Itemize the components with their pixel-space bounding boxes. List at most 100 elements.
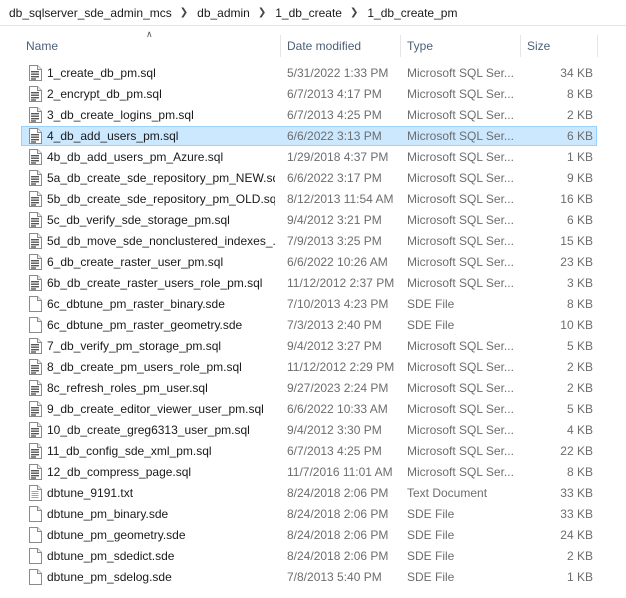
file-date-modified: 8/24/2018 2:06 PM (287, 486, 389, 500)
file-name: 5d_db_move_sde_nonclustered_indexes_... (47, 234, 275, 248)
file-name: 6b_db_create_raster_users_role_pm.sql (47, 276, 263, 290)
file-size: 10 KB (560, 318, 593, 332)
file-name: 4b_db_add_users_pm_Azure.sql (47, 150, 224, 164)
breadcrumb-item[interactable]: db_admin (197, 6, 250, 20)
file-row[interactable]: 6_db_create_raster_user_pm.sql 6/6/2022 1… (0, 252, 626, 273)
file-size: 24 KB (560, 528, 593, 542)
chevron-right-icon[interactable]: ❯ (350, 7, 358, 18)
sql-file-icon (29, 128, 42, 144)
sql-file-icon (29, 275, 42, 291)
file-row[interactable]: 1_create_db_pm.sql 5/31/2022 1:33 PM Micro… (0, 63, 626, 84)
breadcrumb-item[interactable]: 1_db_create (275, 6, 342, 20)
file-row[interactable]: dbtune_pm_geometry.sde 8/24/2018 2:06 PM S… (0, 525, 626, 546)
file-row[interactable]: 10_db_create_greg6313_user_pm.sql 9/4/201… (0, 420, 626, 441)
column-divider[interactable] (400, 35, 401, 57)
file-row[interactable]: 6c_dbtune_pm_raster_geometry.sde 7/3/2013… (0, 315, 626, 336)
file-name: dbtune_pm_geometry.sde (47, 528, 186, 542)
file-row[interactable]: 3_db_create_logins_pm.sql 6/7/2013 4:25 P… (0, 105, 626, 126)
file-name: 8_db_create_pm_users_role_pm.sql (47, 360, 242, 374)
sql-file-icon (29, 107, 42, 123)
file-size: 8 KB (566, 465, 593, 479)
sql-file-icon (29, 401, 42, 417)
file-row[interactable]: 6b_db_create_raster_users_role_pm.sql 11/… (0, 273, 626, 294)
file-row[interactable]: 7_db_verify_pm_storage_pm.sql 9/4/2012 3:… (0, 336, 626, 357)
file-row[interactable]: dbtune_pm_sdedict.sde 8/24/2018 2:06 PM SD… (0, 546, 626, 567)
file-date-modified: 11/12/2012 2:29 PM (287, 360, 395, 374)
file-name: 5b_db_create_sde_repository_pm_OLD.sql (47, 192, 275, 206)
file-row[interactable]: 5a_db_create_sde_repository_pm_NEW.sql 6/… (0, 168, 626, 189)
file-size: 5 KB (566, 339, 593, 353)
column-divider[interactable] (280, 35, 281, 57)
chevron-right-icon[interactable]: ❯ (258, 7, 266, 18)
column-header-date[interactable]: Date modified (287, 33, 361, 59)
file-date-modified: 11/12/2012 2:37 PM (287, 276, 395, 290)
file-type: Microsoft SQL Ser... (407, 444, 513, 458)
file-date-modified: 11/7/2016 11:01 AM (287, 465, 393, 479)
file-date-modified: 9/4/2012 3:27 PM (287, 339, 382, 353)
breadcrumb-item[interactable]: 1_db_create_pm (367, 6, 457, 20)
sql-file-icon (29, 233, 42, 249)
file-row[interactable]: 4b_db_add_users_pm_Azure.sql 1/29/2018 4:… (0, 147, 626, 168)
file-type: Microsoft SQL Ser... (407, 360, 513, 374)
file-row[interactable]: 5d_db_move_sde_nonclustered_indexes_... 7… (0, 231, 626, 252)
sql-file-icon (29, 86, 42, 102)
file-row[interactable]: 12_db_compress_page.sql 11/7/2016 11:01 A… (0, 462, 626, 483)
file-size: 4 KB (566, 423, 593, 437)
sql-file-icon (29, 359, 42, 375)
sort-ascending-icon: ∧ (146, 29, 153, 39)
file-date-modified: 8/24/2018 2:06 PM (287, 549, 389, 563)
column-header-name[interactable]: Name (26, 33, 58, 59)
column-header-size[interactable]: Size (527, 33, 550, 59)
file-size: 2 KB (566, 549, 593, 563)
file-row[interactable]: 4_db_add_users_pm.sql 6/6/2022 3:13 PM Mic… (0, 126, 626, 147)
file-date-modified: 8/24/2018 2:06 PM (287, 507, 389, 521)
file-type: Microsoft SQL Ser... (407, 129, 513, 143)
file-date-modified: 6/6/2022 3:17 PM (287, 171, 382, 185)
file-size: 1 KB (566, 150, 593, 164)
file-size: 9 KB (566, 171, 593, 185)
file-type: Microsoft SQL Ser... (407, 192, 513, 206)
file-row[interactable]: 6c_dbtune_pm_raster_binary.sde 7/10/2013 … (0, 294, 626, 315)
file-row[interactable]: 2_encrypt_db_pm.sql 6/7/2013 4:17 PM Micro… (0, 84, 626, 105)
file-list: 1_create_db_pm.sql 5/31/2022 1:33 PM Micro… (0, 63, 626, 588)
file-size: 34 KB (560, 66, 593, 80)
file-name: 6c_dbtune_pm_raster_geometry.sde (47, 318, 243, 332)
breadcrumb-item[interactable]: db_sqlserver_sde_admin_mcs (9, 6, 172, 20)
sql-file-icon (29, 422, 42, 438)
file-row[interactable]: 11_db_config_sde_xml_pm.sql 6/7/2013 4:25… (0, 441, 626, 462)
file-row[interactable]: 9_db_create_editor_viewer_user_pm.sql 6/6… (0, 399, 626, 420)
file-date-modified: 5/31/2022 1:33 PM (287, 66, 389, 80)
file-type: SDE File (407, 570, 455, 584)
file-type: Microsoft SQL Ser... (407, 66, 513, 80)
file-row[interactable]: 8c_refresh_roles_pm_user.sql 9/27/2023 2:… (0, 378, 626, 399)
file-size: 8 KB (566, 87, 593, 101)
file-date-modified: 6/7/2013 4:25 PM (287, 444, 382, 458)
file-size: 16 KB (560, 192, 593, 206)
file-date-modified: 6/6/2022 10:33 AM (287, 402, 388, 416)
file-row[interactable]: 8_db_create_pm_users_role_pm.sql 11/12/20… (0, 357, 626, 378)
file-row[interactable]: dbtune_9191.txt 8/24/2018 2:06 PM Text Doc… (0, 483, 626, 504)
file-name: 11_db_config_sde_xml_pm.sql (47, 444, 212, 458)
chevron-right-icon[interactable]: ❯ (180, 7, 188, 18)
file-name: 3_db_create_logins_pm.sql (47, 108, 194, 122)
column-divider[interactable] (597, 35, 598, 57)
file-size: 1 KB (566, 570, 593, 584)
column-header-type[interactable]: Type (407, 33, 433, 59)
file-size: 33 KB (560, 486, 593, 500)
file-type: Microsoft SQL Ser... (407, 150, 513, 164)
sql-file-icon (29, 212, 42, 228)
file-type: Microsoft SQL Ser... (407, 108, 513, 122)
file-row[interactable]: dbtune_pm_binary.sde 8/24/2018 2:06 PM SDE… (0, 504, 626, 525)
file-row[interactable]: dbtune_pm_sdelog.sde 7/8/2013 5:40 PM SDE … (0, 567, 626, 588)
blank-file-icon (29, 317, 42, 333)
column-divider[interactable] (520, 35, 521, 57)
file-date-modified: 9/4/2012 3:30 PM (287, 423, 382, 437)
file-date-modified: 8/24/2018 2:06 PM (287, 528, 389, 542)
file-row[interactable]: 5c_db_verify_sde_storage_pm.sql 9/4/2012 … (0, 210, 626, 231)
sql-file-icon (29, 464, 42, 480)
sql-file-icon (29, 338, 42, 354)
file-row[interactable]: 5b_db_create_sde_repository_pm_OLD.sql 8/… (0, 189, 626, 210)
file-name: 1_create_db_pm.sql (47, 66, 156, 80)
blank-file-icon (29, 548, 42, 564)
file-type: SDE File (407, 318, 455, 332)
